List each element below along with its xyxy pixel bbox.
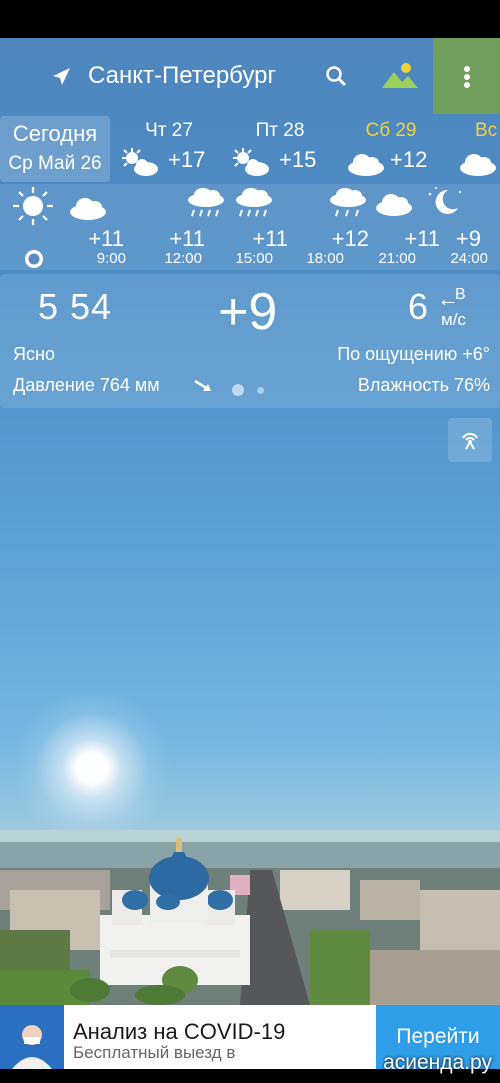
day-name: Вс bbox=[475, 120, 498, 141]
today-date: Ср Май 26 bbox=[8, 153, 102, 174]
day-temp: +15 bbox=[279, 147, 317, 172]
city-title[interactable]: Санкт-Петербург bbox=[88, 62, 276, 90]
day-temp: +17 bbox=[168, 147, 206, 172]
hour-temp: +11 bbox=[88, 226, 124, 251]
current-time-marker-icon bbox=[25, 250, 43, 268]
ad-go-label: Перейти bbox=[396, 1025, 480, 1048]
cloud-icon bbox=[376, 194, 412, 216]
hour-temp: +9 bbox=[455, 226, 481, 251]
watermark: асиенда.ру bbox=[383, 1051, 492, 1074]
page-dot-active bbox=[232, 384, 244, 396]
day-forecast[interactable]: Сб 29 +12 bbox=[336, 114, 446, 184]
today-title: Сегодня bbox=[12, 121, 98, 146]
sun-glow bbox=[12, 688, 172, 848]
hour-temp: +11 bbox=[169, 226, 205, 251]
hour-time: 12:00 bbox=[164, 250, 202, 267]
ad-image bbox=[0, 1005, 64, 1069]
city-panorama-image bbox=[0, 830, 500, 1005]
ad-person-image bbox=[0, 1005, 64, 1069]
wind-speed: 6 bbox=[408, 286, 429, 327]
ad-subtitle: Бесплатный выезд в bbox=[73, 1043, 236, 1062]
day-forecast[interactable]: Пт 28 +15 bbox=[225, 114, 335, 184]
menu-dot-icon bbox=[464, 66, 470, 72]
moon-cloud-icon bbox=[428, 187, 461, 214]
current-temperature: +9 bbox=[218, 283, 278, 341]
day-name: Пт 28 bbox=[255, 120, 305, 141]
day-forecast[interactable]: Чт 27 +17 bbox=[114, 114, 224, 184]
menu-dot-icon bbox=[464, 82, 470, 88]
pressure: Давление 764 мм bbox=[13, 375, 160, 395]
current-conditions-card[interactable]: 5 54 +9 6 ← В м/с Ясно По ощущению +6° Д… bbox=[0, 274, 500, 408]
sunrise-time: 5 54 bbox=[38, 286, 113, 327]
cloud-icon bbox=[348, 154, 384, 176]
location-arrow-icon[interactable] bbox=[50, 66, 72, 88]
hour-time: 15:00 bbox=[235, 250, 273, 267]
pressure-trend-arrow-icon bbox=[194, 379, 211, 391]
page-dot bbox=[257, 387, 264, 394]
landscape-icon[interactable] bbox=[380, 62, 420, 90]
feels-like: По ощущению +6° bbox=[337, 344, 490, 364]
radar-icon bbox=[462, 432, 478, 450]
hour-time: 21:00 bbox=[378, 250, 416, 267]
humidity: Влажность 76% bbox=[357, 375, 490, 395]
sun-cloud-icon bbox=[122, 148, 158, 176]
hour-time: 9:00 bbox=[96, 250, 126, 267]
day-name: Чт 27 bbox=[145, 120, 193, 141]
hourly-forecast: +11 9:00 +11 12:00 +11 15:00 +12 18:00 +… bbox=[0, 184, 500, 270]
wind-direction: В bbox=[455, 286, 466, 303]
cloud-icon bbox=[460, 154, 496, 176]
today-tab[interactable]: Сегодня Ср Май 26 bbox=[0, 116, 110, 182]
hour-time: 24:00 bbox=[450, 250, 488, 267]
overflow-menu-button[interactable] bbox=[433, 38, 500, 114]
rain-icon bbox=[236, 188, 272, 217]
hour-time: 18:00 bbox=[306, 250, 344, 267]
rain-icon bbox=[188, 188, 224, 217]
search-icon[interactable] bbox=[324, 64, 348, 88]
weather-screen: Санкт-Петербург Сегодня Ср Май 26 Чт 27 bbox=[0, 38, 500, 1005]
radar-button[interactable] bbox=[448, 418, 492, 462]
daily-forecast: Сегодня Ср Май 26 Чт 27 +17 Пт 28 +15 Сб… bbox=[0, 114, 500, 184]
app-bar: Санкт-Петербург bbox=[0, 38, 500, 114]
rain-icon bbox=[330, 188, 366, 217]
day-temp: +12 bbox=[390, 147, 428, 172]
hour-temp: +12 bbox=[331, 226, 369, 251]
hour-temp: +11 bbox=[252, 226, 288, 251]
wind-unit: м/с bbox=[441, 310, 466, 329]
condition-text: Ясно bbox=[13, 344, 55, 364]
sun-icon bbox=[13, 187, 53, 225]
ad-title: Анализ на COVID-19 bbox=[73, 1019, 286, 1044]
day-name: Сб 29 bbox=[365, 120, 417, 141]
status-bar bbox=[0, 0, 500, 38]
sun-cloud-icon bbox=[233, 148, 269, 176]
day-forecast[interactable]: Вс bbox=[446, 114, 500, 184]
menu-dot-icon bbox=[464, 74, 470, 80]
cloud-icon bbox=[70, 198, 106, 220]
